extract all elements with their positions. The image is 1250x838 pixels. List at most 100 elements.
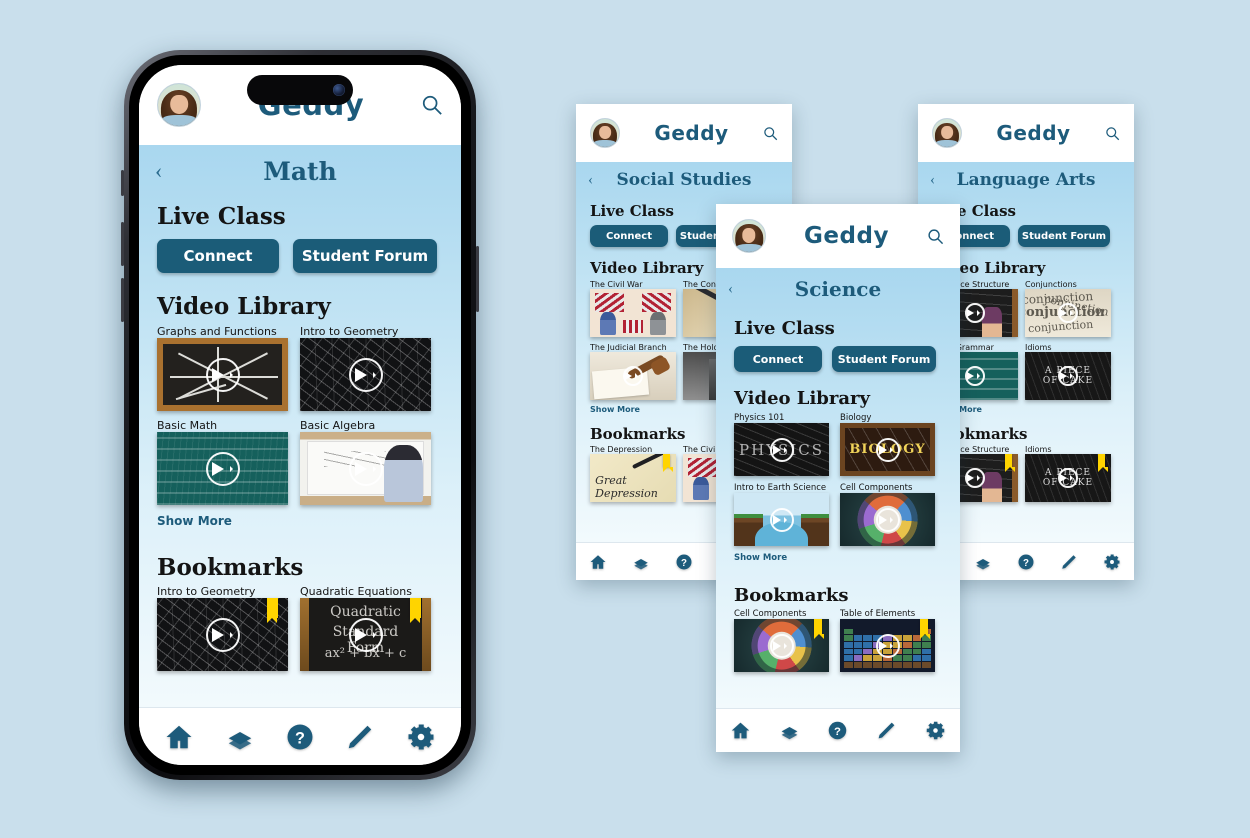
book-icon[interactable] [632, 553, 650, 571]
screen-science[interactable]: Geddy ‹ Science Live Class Connect Stude… [716, 204, 960, 752]
student-forum-button[interactable]: Student Forum [832, 346, 936, 372]
bookmark-thumbnail[interactable] [157, 598, 288, 671]
video-tile[interactable]: Intro to Geometry [300, 325, 431, 411]
show-more-videos[interactable]: Show More [932, 405, 1120, 414]
gear-icon[interactable] [925, 720, 946, 741]
user-avatar[interactable] [157, 83, 201, 127]
play-icon[interactable] [769, 437, 794, 462]
mute-switch[interactable] [121, 170, 124, 196]
show-more-videos[interactable]: Show More [734, 553, 942, 563]
video-thumbnail[interactable] [840, 493, 935, 546]
video-thumbnail[interactable] [157, 432, 288, 505]
bookmark-thumbnail[interactable] [840, 619, 935, 672]
user-avatar[interactable] [590, 118, 620, 148]
connect-button[interactable]: Connect [157, 239, 279, 273]
video-tile[interactable]: The Civil War [590, 280, 676, 337]
video-thumbnail[interactable]: BIOLOGY [840, 423, 935, 476]
bookmark-tile[interactable]: Quadratic Equations Quadratic Standard F… [300, 585, 431, 671]
bookmark-thumbnail[interactable]: Great Depression [590, 454, 676, 502]
power-button[interactable] [476, 246, 479, 312]
back-button[interactable]: ‹ [728, 281, 733, 298]
play-icon[interactable] [348, 617, 383, 652]
bookmark-tile[interactable]: Table of Elements [840, 609, 935, 672]
back-button[interactable]: ‹ [155, 158, 162, 184]
search-icon[interactable] [763, 126, 778, 141]
video-thumbnail[interactable]: conjunction conjunction conjunction conj… [1025, 289, 1111, 337]
video-tile[interactable]: Idioms A PIECE OF CAKE [1025, 343, 1111, 400]
video-thumbnail[interactable] [300, 432, 431, 505]
bottom-navbar[interactable]: ? [716, 708, 960, 752]
volume-up-button[interactable] [121, 222, 124, 266]
search-icon[interactable] [421, 94, 443, 116]
video-thumbnail[interactable]: PHYSICS [734, 423, 829, 476]
pencil-icon[interactable] [876, 720, 897, 741]
video-tile[interactable]: Intro to Earth Science [734, 483, 829, 546]
pencil-icon[interactable] [345, 722, 375, 752]
connect-button[interactable]: Connect [590, 225, 668, 247]
screen-math[interactable]: Geddy ‹ Math Live Class Connect Student … [139, 65, 461, 765]
gear-icon[interactable] [1103, 553, 1121, 571]
back-button[interactable]: ‹ [930, 172, 935, 189]
video-tile[interactable]: Cell Components [840, 483, 935, 546]
search-icon[interactable] [927, 228, 944, 245]
help-icon[interactable]: ? [285, 722, 315, 752]
bookmark-thumbnail[interactable]: Quadratic Standard Form ax² + bx + c [300, 598, 431, 671]
play-icon[interactable] [965, 468, 985, 488]
help-icon[interactable]: ? [827, 720, 848, 741]
video-tile[interactable]: Graphs and Functions [157, 325, 288, 411]
student-forum-button[interactable]: Student Forum [1018, 225, 1110, 247]
video-thumbnail[interactable] [590, 352, 676, 400]
home-icon[interactable] [589, 553, 607, 571]
bookmark-tile[interactable]: The Depression Great Depression [590, 445, 676, 502]
video-thumbnail[interactable]: A PIECE OF CAKE [1025, 352, 1111, 400]
bookmark-tile[interactable]: Intro to Geometry [157, 585, 288, 671]
user-avatar[interactable] [732, 219, 766, 253]
student-forum-button[interactable]: Student Forum [293, 239, 437, 273]
play-icon[interactable] [205, 357, 240, 392]
show-more-videos[interactable]: Show More [157, 514, 443, 528]
play-icon[interactable] [965, 303, 985, 323]
play-icon[interactable] [769, 633, 794, 658]
play-icon[interactable] [1058, 303, 1078, 323]
bottom-navbar[interactable]: ? [139, 707, 461, 765]
play-icon[interactable] [1058, 366, 1078, 386]
search-icon[interactable] [1105, 126, 1120, 141]
play-icon[interactable] [205, 451, 240, 486]
play-icon[interactable] [1058, 468, 1078, 488]
bookmark-tile[interactable]: Cell Components [734, 609, 829, 672]
bookmark-tile[interactable]: Idioms A PIECE OF CAKE [1025, 445, 1111, 502]
video-tile[interactable]: Biology BIOLOGY [840, 413, 935, 476]
play-icon[interactable] [348, 451, 383, 486]
book-icon[interactable] [225, 722, 255, 752]
play-icon[interactable] [875, 633, 900, 658]
play-icon[interactable] [769, 507, 794, 532]
video-thumbnail[interactable] [300, 338, 431, 411]
video-thumbnail[interactable] [157, 338, 288, 411]
gear-icon[interactable] [406, 722, 436, 752]
play-icon[interactable] [348, 357, 383, 392]
help-icon[interactable]: ? [675, 553, 693, 571]
video-tile[interactable]: Basic Algebra [300, 419, 431, 505]
user-avatar[interactable] [932, 118, 962, 148]
video-tile[interactable]: Basic Math [157, 419, 288, 505]
bookmark-thumbnail[interactable]: A PIECE OF CAKE [1025, 454, 1111, 502]
video-tile[interactable]: Conjunctions conjunction conjunction con… [1025, 280, 1111, 337]
book-icon[interactable] [974, 553, 992, 571]
play-icon[interactable] [965, 366, 985, 386]
video-thumbnail[interactable] [734, 493, 829, 546]
book-icon[interactable] [779, 720, 800, 741]
pencil-icon[interactable] [1060, 553, 1078, 571]
connect-button[interactable]: Connect [734, 346, 822, 372]
play-icon[interactable] [623, 366, 643, 386]
home-icon[interactable] [730, 720, 751, 741]
home-icon[interactable] [164, 722, 194, 752]
back-button[interactable]: ‹ [588, 172, 593, 189]
video-thumbnail[interactable] [590, 289, 676, 337]
video-tile[interactable]: Physics 101 PHYSICS [734, 413, 829, 476]
play-icon[interactable] [875, 437, 900, 462]
volume-down-button[interactable] [121, 278, 124, 322]
help-icon[interactable]: ? [1017, 553, 1035, 571]
play-icon[interactable] [205, 617, 240, 652]
video-tile[interactable]: The Judicial Branch [590, 343, 676, 400]
play-icon[interactable] [875, 507, 900, 532]
